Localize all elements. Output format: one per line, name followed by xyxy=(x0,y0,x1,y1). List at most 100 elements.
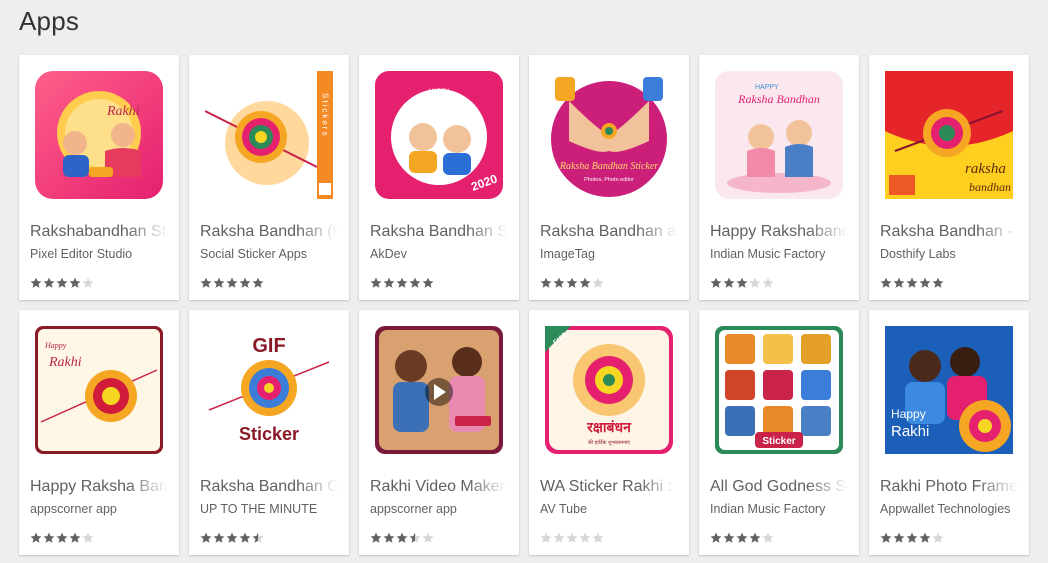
thumb-hindi-title: रक्षाबंधन xyxy=(586,420,632,436)
star-filled-icon xyxy=(880,277,892,288)
happy-raksha-bandhan-icon[interactable]: HAPPY Raksha Bandhan xyxy=(715,71,843,199)
thumb-rakhi-label: Rakhi xyxy=(891,423,929,440)
app-developer[interactable]: Indian Music Factory xyxy=(710,247,850,261)
thumb-hindi-sub: की हार्दिक शुभकामनाएं xyxy=(588,439,630,446)
app-title[interactable]: All God Godness Stickers xyxy=(710,478,848,496)
raksha-bandhan-yellow-icon[interactable]: raksha bandhan xyxy=(885,71,1013,199)
star-rating xyxy=(200,532,264,544)
thumb-rakhi-label: Rakhi xyxy=(106,104,140,119)
star-filled-icon xyxy=(200,532,212,543)
app-card[interactable]: Happy Rakhi Rakhi Photo Frame Appwallet … xyxy=(869,310,1029,555)
app-title[interactable]: Rakhi Video Maker xyxy=(370,478,508,496)
app-card[interactable]: Free रक्षाबंधन की हार्दिक शुभकामनाएं WA … xyxy=(529,310,689,555)
thumb-happy-label: HAPPY xyxy=(755,84,779,91)
app-title[interactable]: Raksha Bandhan app xyxy=(540,223,678,241)
star-filled-icon xyxy=(383,277,395,288)
star-filled-icon xyxy=(736,277,748,288)
star-empty-icon xyxy=(762,277,774,288)
app-title[interactable]: Raksha Bandhan - Rakhi xyxy=(880,223,1018,241)
app-title[interactable]: Rakhi Photo Frame xyxy=(880,478,1018,496)
star-filled-icon xyxy=(370,532,382,543)
star-empty-icon xyxy=(579,532,591,543)
star-empty-icon xyxy=(592,277,604,288)
star-rating xyxy=(880,532,944,544)
star-empty-icon xyxy=(749,277,761,288)
star-filled-icon xyxy=(226,532,238,543)
app-card[interactable]: Raksha Bandhan Sticker Photos, Photo edi… xyxy=(529,55,689,300)
app-title[interactable]: Rakshabandhan Stickers xyxy=(30,223,168,241)
app-title[interactable]: Raksha Bandhan Stickers xyxy=(370,223,508,241)
app-card[interactable]: Stickers Raksha Bandhan (Rakhi) Stickers… xyxy=(189,55,349,300)
thumb-raksha-label: raksha xyxy=(965,161,1006,177)
app-developer[interactable]: appscorner app xyxy=(370,502,510,516)
thumb-happy-label: Happy xyxy=(891,407,926,421)
star-filled-icon xyxy=(213,532,225,543)
star-filled-icon xyxy=(56,277,68,288)
star-filled-icon xyxy=(226,277,238,288)
app-card[interactable]: raksha bandhan Raksha Bandhan - Rakhi Do… xyxy=(869,55,1029,300)
app-developer[interactable]: AV Tube xyxy=(540,502,680,516)
star-filled-icon xyxy=(749,532,761,543)
app-developer[interactable]: appscorner app xyxy=(30,502,170,516)
star-rating xyxy=(710,277,774,289)
star-filled-icon xyxy=(893,277,905,288)
star-filled-icon xyxy=(383,532,395,543)
app-card[interactable]: Rakhi Video Maker appscorner app xyxy=(359,310,519,555)
star-rating xyxy=(540,532,604,544)
star-rating xyxy=(30,277,94,289)
app-card[interactable]: HAPPY 2020 Raksha Bandhan Stickers AkDev xyxy=(359,55,519,300)
app-title[interactable]: Raksha Bandhan GIF xyxy=(200,478,338,496)
apps-row-1: Rakhi Rakshabandhan Stickers Pixel Edito… xyxy=(19,55,1048,300)
app-developer[interactable]: Appwallet Technologies xyxy=(880,502,1020,516)
rakhi-couple-icon[interactable]: Rakhi xyxy=(35,71,163,199)
app-card[interactable]: Sticker All God Godness Stickers Indian … xyxy=(699,310,859,555)
app-title[interactable]: Happy Raksha Bandhan xyxy=(30,478,168,496)
app-developer[interactable]: Dosthify Labs xyxy=(880,247,1020,261)
star-empty-icon xyxy=(82,532,94,543)
hands-rakhi-icon[interactable]: Raksha Bandhan Sticker Photos, Photo edi… xyxy=(545,71,673,199)
app-card[interactable]: Happy Rakhi Happy Raksha Bandhan appscor… xyxy=(19,310,179,555)
star-filled-icon xyxy=(239,277,251,288)
thumb-sticker-label: Sticker xyxy=(239,424,299,444)
gif-sticker-icon[interactable]: GIF Sticker xyxy=(205,326,333,454)
app-card[interactable]: Rakhi Rakshabandhan Stickers Pixel Edito… xyxy=(19,55,179,300)
star-filled-icon xyxy=(919,532,931,543)
app-developer[interactable]: AkDev xyxy=(370,247,510,261)
app-title[interactable]: Happy Rakshabandhan xyxy=(710,223,848,241)
app-title[interactable]: WA Sticker Rakhi : Raksha xyxy=(540,478,678,496)
thumb-gif-label: GIF xyxy=(252,335,285,357)
star-empty-icon xyxy=(932,532,944,543)
app-card[interactable]: GIF Sticker Raksha Bandhan GIF UP TO THE… xyxy=(189,310,349,555)
app-card[interactable]: HAPPY Raksha Bandhan Happy Rakshabandhan… xyxy=(699,55,859,300)
star-filled-icon xyxy=(396,277,408,288)
star-half-icon xyxy=(252,532,264,543)
app-developer[interactable]: ImageTag xyxy=(540,247,680,261)
app-developer[interactable]: UP TO THE MINUTE xyxy=(200,502,340,516)
star-empty-icon xyxy=(82,277,94,288)
app-title[interactable]: Raksha Bandhan (Rakhi) Stickers xyxy=(200,223,338,241)
app-developer[interactable]: Indian Music Factory xyxy=(710,502,850,516)
happy-rakhi-photo-icon[interactable]: Happy Rakhi xyxy=(885,326,1013,454)
section-heading: Apps xyxy=(19,6,80,36)
rakhi-sticker-icon[interactable]: Stickers xyxy=(205,71,333,199)
video-play-icon[interactable] xyxy=(375,326,503,454)
gods-sticker-icon[interactable]: Sticker xyxy=(715,326,843,454)
star-empty-icon xyxy=(540,532,552,543)
star-filled-icon xyxy=(540,277,552,288)
star-filled-icon xyxy=(69,532,81,543)
thumb-raksha-label: Raksha Bandhan xyxy=(737,92,820,106)
star-filled-icon xyxy=(43,277,55,288)
star-filled-icon xyxy=(43,532,55,543)
star-filled-icon xyxy=(723,277,735,288)
star-rating xyxy=(540,277,604,289)
free-mandala-icon[interactable]: Free रक्षाबंधन की हार्दिक शुभकामनाएं xyxy=(545,326,673,454)
star-rating xyxy=(710,532,774,544)
app-developer[interactable]: Pixel Editor Studio xyxy=(30,247,170,261)
star-rating xyxy=(30,532,94,544)
star-half-icon xyxy=(409,532,421,543)
star-rating xyxy=(200,277,264,289)
kids-2020-icon[interactable]: HAPPY 2020 xyxy=(375,71,503,199)
star-filled-icon xyxy=(252,277,264,288)
happy-rakhi-frame-icon[interactable]: Happy Rakhi xyxy=(35,326,163,454)
app-developer[interactable]: Social Sticker Apps xyxy=(200,247,340,261)
